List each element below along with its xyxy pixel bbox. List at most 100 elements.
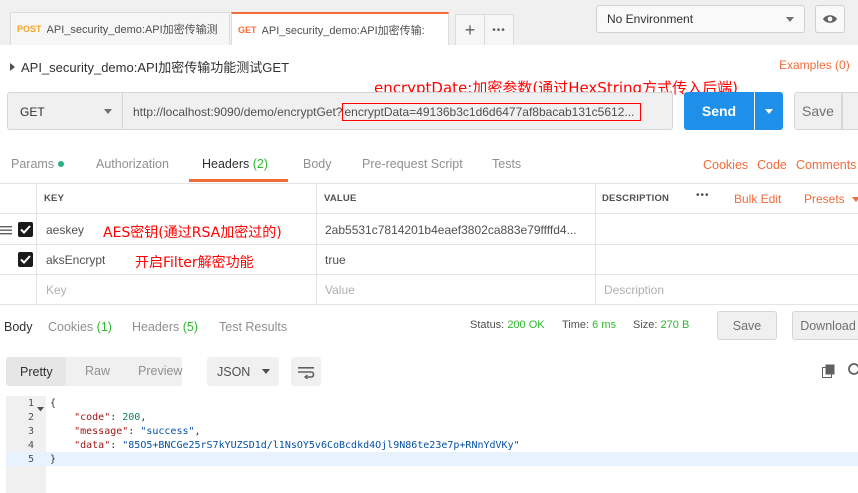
- code-line-open-brace: {: [50, 398, 57, 409]
- code-line-message: "message": "success",: [74, 426, 201, 437]
- tab-tests[interactable]: Tests: [492, 157, 521, 171]
- format-type-select[interactable]: JSON: [207, 357, 279, 386]
- check-icon: [20, 225, 31, 234]
- time-value: 6 ms: [592, 319, 616, 331]
- response-tab-body[interactable]: Body: [4, 320, 33, 334]
- chevron-down-icon: [852, 197, 858, 202]
- format-preview[interactable]: Preview: [138, 364, 182, 378]
- header-enabled-checkbox[interactable]: [18, 222, 33, 237]
- send-button[interactable]: Send: [684, 92, 754, 130]
- status-readout: Status: 200 OK: [470, 319, 545, 331]
- request-name[interactable]: API_security_demo:API加密传输功能测试GET: [10, 57, 289, 76]
- cookies-link[interactable]: Cookies: [703, 158, 748, 172]
- size-readout: Size: 270 B: [633, 319, 689, 331]
- new-description-input[interactable]: Description: [604, 283, 664, 297]
- save-options-button[interactable]: [842, 92, 858, 130]
- json-key: "message": [74, 426, 129, 437]
- download-button[interactable]: Download: [792, 311, 858, 340]
- chevron-down-icon: [104, 109, 112, 114]
- save-response-button[interactable]: Save: [717, 311, 777, 340]
- row-border: [0, 244, 858, 245]
- url-base: http://localhost:9090/demo/encryptGet?: [133, 105, 343, 119]
- copy-icon[interactable]: [822, 364, 836, 381]
- row-border: [0, 304, 858, 305]
- response-tab-cookies[interactable]: Cookies (1): [48, 320, 112, 334]
- new-value-input[interactable]: Value: [325, 283, 355, 297]
- presets-dropdown[interactable]: Presets: [804, 192, 858, 206]
- send-options-button[interactable]: [755, 92, 783, 130]
- headers-count: (5): [182, 320, 199, 334]
- url-input[interactable]: http://localhost:9090/demo/encryptGet? en…: [123, 92, 673, 130]
- comments-link[interactable]: Comments: [796, 158, 856, 172]
- method-select[interactable]: GET: [7, 92, 123, 130]
- table-header-border: [0, 213, 858, 214]
- examples-link[interactable]: Examples (0): [779, 58, 850, 72]
- line-number: 1: [27, 398, 34, 409]
- params-active-dot-icon: [58, 161, 65, 167]
- cookies-count: (1): [96, 320, 112, 334]
- code-line-data: "data": "85O5+BNCGe25rS7kYUZSD1d/l1NsOY5…: [74, 440, 520, 451]
- format-raw[interactable]: Raw: [85, 364, 110, 378]
- row-border: [0, 274, 858, 275]
- response-tab-headers[interactable]: Headers (5): [132, 320, 198, 334]
- response-tab-test-results[interactable]: Test Results: [219, 320, 287, 334]
- plus-icon: +: [464, 19, 476, 40]
- request-tab-post[interactable]: POST API_security_demo:API加密传输测: [10, 12, 230, 45]
- column-divider: [595, 183, 596, 304]
- save-button[interactable]: Save: [794, 92, 842, 130]
- annotation-filter: 开启Filter解密功能: [135, 255, 254, 271]
- line-number: 5: [27, 454, 34, 465]
- json-key: "data": [74, 440, 111, 451]
- environment-select[interactable]: No Environment: [596, 5, 805, 33]
- format-pretty[interactable]: Pretty: [6, 357, 66, 386]
- time-readout: Time: 6 ms: [562, 319, 616, 331]
- drag-handle-icon[interactable]: [0, 224, 12, 238]
- headers-label: Headers: [132, 320, 180, 334]
- header-value-cell[interactable]: true: [325, 253, 346, 267]
- current-line-highlight: [6, 452, 858, 466]
- tab-headers-label: Headers: [202, 157, 250, 171]
- more-icon: •••: [492, 24, 506, 36]
- size-label: Size:: [633, 319, 658, 331]
- request-title-text: API_security_demo:API加密传输功能测试GET: [21, 60, 290, 75]
- tab-headers[interactable]: Headers (2): [202, 157, 268, 171]
- tab-authorization[interactable]: Authorization: [96, 157, 169, 171]
- code-line-code: "code": 200,: [74, 412, 147, 423]
- add-tab-button[interactable]: +: [455, 14, 485, 45]
- column-divider: [316, 183, 317, 304]
- fold-arrow-icon[interactable]: [37, 401, 44, 415]
- tab-label: API_security_demo:API加密传输:: [261, 24, 425, 37]
- environment-quick-look-button[interactable]: [815, 5, 845, 33]
- tab-prerequest-script[interactable]: Pre-request Script: [362, 157, 463, 171]
- header-enabled-checkbox[interactable]: [18, 252, 33, 267]
- line-number: 3: [27, 426, 34, 437]
- table-top-border: [0, 183, 858, 184]
- code-line-close-brace: }: [50, 454, 57, 465]
- bulk-edit-link[interactable]: Bulk Edit: [734, 192, 781, 206]
- header-key-cell[interactable]: aeskey: [46, 223, 84, 237]
- json-string: "success": [140, 426, 195, 437]
- header-value-cell[interactable]: 2ab5531c7814201b4eaef3802ca883e79ffffd4.…: [325, 223, 591, 237]
- tab-params[interactable]: Params: [11, 157, 65, 171]
- status-label: Status:: [470, 319, 505, 331]
- wrap-lines-button[interactable]: [291, 357, 321, 386]
- column-header-description: DESCRIPTION: [602, 193, 670, 204]
- url-encrypt-param-highlight: encryptData=49136b3c1d6d6477af8bacab131c…: [342, 103, 642, 121]
- new-key-input[interactable]: Key: [46, 283, 67, 297]
- header-key-cell[interactable]: aksEncrypt: [46, 253, 105, 267]
- column-header-value: VALUE: [324, 193, 357, 204]
- search-icon[interactable]: [847, 362, 858, 381]
- chevron-down-icon: [786, 17, 794, 22]
- tab-options-button[interactable]: •••: [484, 14, 514, 45]
- table-options-button[interactable]: •••: [696, 190, 710, 201]
- tab-body[interactable]: Body: [303, 157, 332, 171]
- tab-method: POST: [17, 24, 42, 34]
- chevron-down-icon: [262, 368, 271, 374]
- environment-label: No Environment: [607, 12, 694, 26]
- tab-params-label: Params: [11, 157, 55, 171]
- json-key: "code": [74, 412, 111, 423]
- code-link[interactable]: Code: [757, 158, 787, 172]
- request-tab-get[interactable]: GET API_security_demo:API加密传输:: [231, 12, 449, 45]
- headers-count: (2): [252, 157, 269, 171]
- chevron-down-icon: [765, 109, 773, 114]
